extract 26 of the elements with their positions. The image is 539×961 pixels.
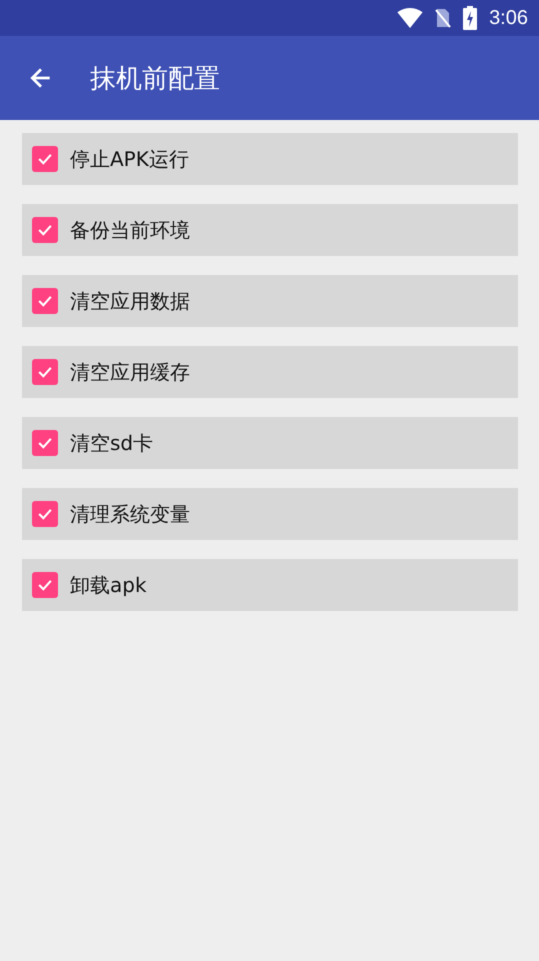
option-label: 备份当前环境	[70, 216, 190, 244]
option-row[interactable]: 清空应用数据	[22, 275, 518, 327]
option-row[interactable]: 清理系统变量	[22, 488, 518, 540]
option-row[interactable]: 卸载apk	[22, 559, 518, 611]
wifi-icon	[397, 8, 424, 28]
screen-title: 抹机前配置	[90, 62, 220, 96]
option-label: 卸载apk	[70, 572, 147, 598]
option-row[interactable]: 停止APK运行	[22, 133, 518, 185]
option-label: 清空应用数据	[70, 288, 190, 314]
checkbox[interactable]	[32, 217, 58, 243]
checkbox[interactable]	[32, 146, 58, 172]
option-label: 清空应用缓存	[70, 358, 190, 386]
checkbox[interactable]	[32, 430, 58, 456]
option-row[interactable]: 清空sd卡	[22, 417, 518, 469]
battery-charging-icon	[463, 6, 478, 30]
clock-time: 3:06	[489, 6, 528, 30]
checkbox[interactable]	[32, 572, 58, 598]
checkbox[interactable]	[32, 501, 58, 527]
option-label: 清空sd卡	[70, 430, 154, 456]
option-label: 清理系统变量	[70, 500, 190, 528]
option-label: 停止APK运行	[70, 146, 189, 172]
checkbox[interactable]	[32, 288, 58, 314]
option-row[interactable]: 清空应用缓存	[22, 346, 518, 398]
no-sim-icon	[435, 7, 452, 29]
checkbox[interactable]	[32, 359, 58, 385]
option-row[interactable]: 备份当前环境	[22, 204, 518, 256]
